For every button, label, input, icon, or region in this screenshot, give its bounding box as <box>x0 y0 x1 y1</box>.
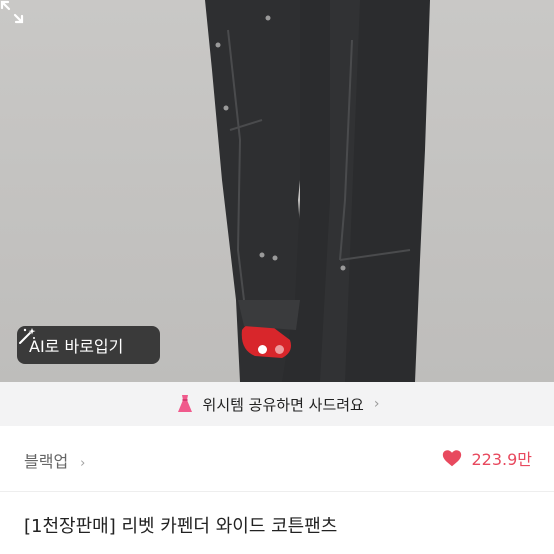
chevron-right-icon: › <box>373 396 380 412</box>
carousel-dot-active[interactable] <box>258 345 267 354</box>
ai-try-on-button[interactable]: AI로 바로입기 <box>17 326 160 364</box>
chevron-right-icon: › <box>80 456 86 471</box>
carousel-dot[interactable] <box>275 345 284 354</box>
product-title: [1천장판매] 리벳 카펜더 와이드 코튼팬츠 <box>24 516 338 537</box>
like-count: 223.9만 <box>471 450 532 469</box>
pants-illustration <box>205 0 430 382</box>
seller-row: 블랙업 › 223.9만 <box>0 426 554 492</box>
wishlist-share-banner[interactable]: 위시템 공유하면 사드려요 › <box>0 382 554 426</box>
heart-icon <box>443 450 462 467</box>
wishlist-banner-text: 위시템 공유하면 사드려요 <box>202 395 364 414</box>
carousel-indicator <box>258 345 284 354</box>
like-button[interactable]: 223.9만 <box>441 446 532 470</box>
product-photo[interactable]: AI로 바로입기 <box>0 0 554 382</box>
seller-link[interactable]: 블랙업 › <box>24 448 85 472</box>
magic-wand-icon <box>19 328 36 344</box>
seller-name: 블랙업 <box>24 452 69 471</box>
expand-icon[interactable] <box>0 0 24 24</box>
dress-icon <box>177 395 192 412</box>
ai-try-on-label: AI로 바로입기 <box>29 337 124 356</box>
